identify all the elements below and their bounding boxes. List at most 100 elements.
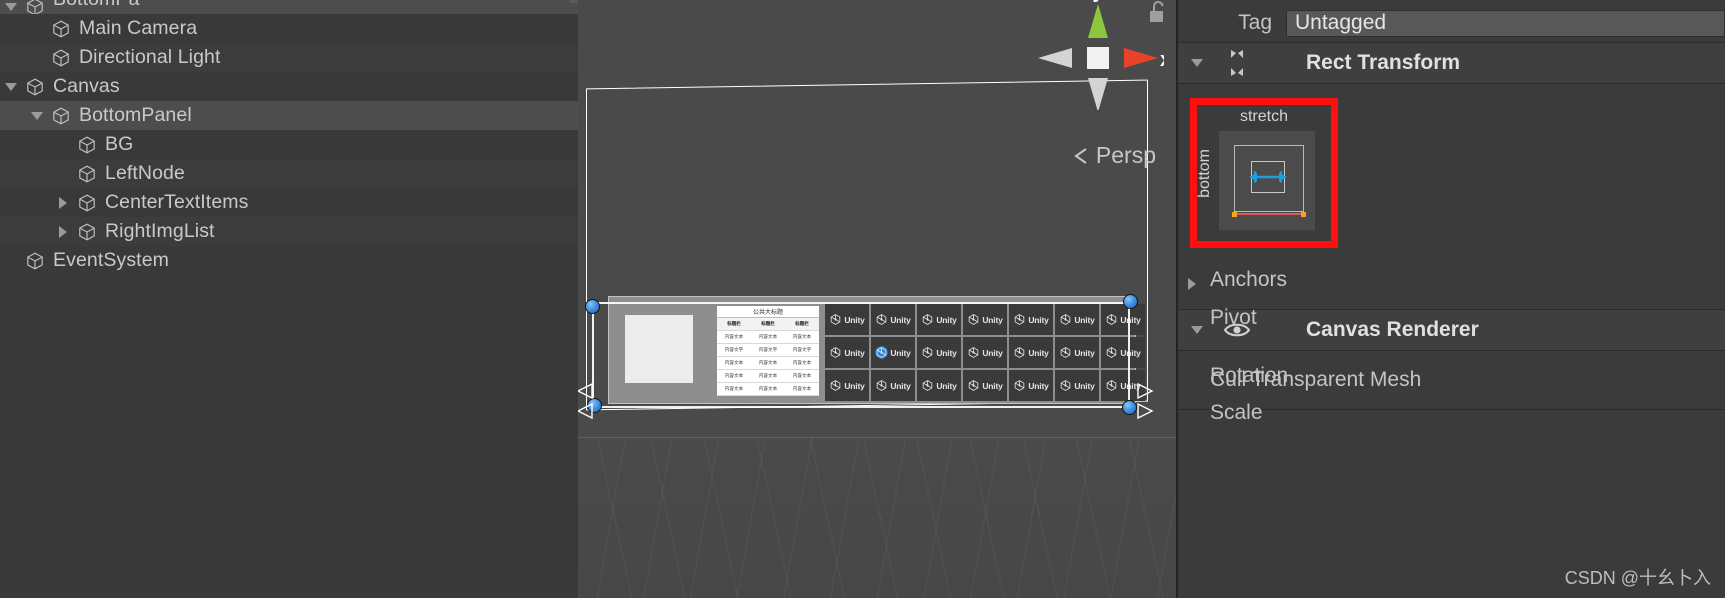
unity-tile-label: Unity (936, 380, 957, 391)
unity-image-tile: Unity (917, 337, 961, 368)
hierarchy-item-eventsystem[interactable]: EventSystem (0, 246, 578, 275)
tag-dropdown[interactable]: Untagged (1286, 9, 1725, 37)
table-title: 公共大标题 (717, 306, 819, 318)
unity-tile-label: Unity (890, 347, 911, 358)
scene-view[interactable]: 公共大标题 标题栏 标题栏 标题栏 内容文本 内容文本 内容文本 内容文字 内容文字 内容文字内… (578, 0, 1176, 598)
hierarchy-item-label: BG (105, 133, 134, 155)
rect-field-label-anchors: Anchors (1210, 268, 1288, 291)
scene-orientation-gizmo[interactable]: y x (1032, 0, 1164, 110)
unity-image-tile: Unity (825, 304, 869, 335)
anchors-expand-twisty-icon[interactable] (1188, 278, 1196, 290)
gameobject-cube-icon (74, 164, 100, 184)
hierarchy-item-label: Main Camera (79, 17, 198, 39)
inspector-panel[interactable]: Tag Untagged Rect Transform stretch bott… (1176, 0, 1725, 598)
left-node-image (625, 315, 693, 383)
hierarchy-row-label: BottomPa (48, 0, 139, 11)
table-header-row: 标题栏 标题栏 标题栏 (717, 318, 819, 331)
collapse-twisty-icon[interactable] (1178, 59, 1216, 67)
table-cell: 内容文字 (724, 347, 744, 352)
table-cell: 内容文本 (792, 360, 812, 365)
hierarchy-item-centertextitems[interactable]: CenterTextItems (0, 188, 578, 217)
unity-tile-label: Unity (1028, 380, 1049, 391)
unity-tile-label: Unity (1074, 314, 1095, 325)
hierarchy-item-directional-light[interactable]: Directional Light (0, 43, 578, 72)
resize-handle-top-left[interactable] (585, 299, 600, 314)
unity-tile-label: Unity (1120, 314, 1141, 325)
resize-handle-top-right[interactable] (1123, 294, 1138, 309)
table-cell: 内容文字 (792, 347, 812, 352)
unity-tile-label: Unity (844, 380, 865, 391)
unity-tile-label: Unity (1028, 314, 1049, 325)
gameobject-cube-icon (74, 222, 100, 242)
unity-image-tile: Unity (1055, 337, 1099, 368)
unity-image-tile: Unity (825, 337, 869, 368)
unity-image-tile: Unity (1055, 370, 1099, 401)
hierarchy-item-leftnode[interactable]: LeftNode (0, 159, 578, 188)
collapse-twisty-icon[interactable] (52, 225, 74, 238)
gameobject-cube-icon (22, 251, 48, 271)
table-cell: 内容文本 (724, 386, 744, 391)
hierarchy-item-canvas[interactable]: Canvas (0, 72, 578, 101)
unity-image-tile: Unity (1101, 304, 1145, 335)
gizmo-y-label: y (1092, 0, 1104, 3)
table-header-cell: 标题栏 (761, 321, 775, 326)
table-cell: 内容文本 (758, 334, 778, 339)
hierarchy-item-main-camera[interactable]: Main Camera (0, 14, 578, 43)
unity-tile-label: Unity (844, 314, 865, 325)
unity-image-tile: Unity (1101, 337, 1145, 368)
table-header-cell: 标题栏 (727, 321, 741, 326)
lock-open-icon[interactable] (1146, 0, 1168, 24)
inspector-top-partial-row (1178, 0, 1725, 4)
hierarchy-scrollbar[interactable] (570, 0, 578, 3)
anchor-preset-button[interactable]: stretch bottom (1190, 98, 1338, 248)
table-row: 内容文本 内容文本 内容文本 (717, 357, 819, 370)
unity-image-tile: Unity (871, 304, 915, 335)
unity-tile-label: Unity (890, 380, 911, 391)
rect-transform-icon (1216, 49, 1258, 77)
canvas-renderer-header[interactable]: Canvas Renderer (1178, 309, 1725, 351)
watermark-text: CSDN @十幺卜入 (1564, 568, 1711, 588)
gameobject-cube-icon (74, 135, 100, 155)
unity-tile-label: Unity (1028, 347, 1049, 358)
unity-editor-window: BottomPa Main Camera Directional Light Can… (0, 0, 1725, 598)
gameobject-cube-icon (48, 106, 74, 126)
rect-field-label-rotation: Rotation (1210, 364, 1289, 387)
hierarchy-row-clipped[interactable]: BottomPa (0, 0, 578, 14)
expand-twisty-icon[interactable] (0, 3, 22, 11)
rect-transform-header[interactable]: Rect Transform (1178, 42, 1725, 84)
unity-tile-label: Unity (982, 314, 1003, 325)
hierarchy-list[interactable]: Main Camera Directional Light Canvas Bottom… (0, 14, 578, 275)
unity-image-tile: Unity (1009, 304, 1053, 335)
table-cell: 内容文本 (758, 360, 778, 365)
unity-image-tile: Unity (963, 337, 1007, 368)
unity-tile-label: Unity (1120, 347, 1141, 358)
gameobject-cube-icon (48, 19, 74, 39)
hierarchy-item-rightimglist[interactable]: RightImgList (0, 217, 578, 246)
hierarchy-item-bg[interactable]: BG (0, 130, 578, 159)
expand-twisty-icon[interactable] (0, 82, 22, 91)
table-cell: 内容文字 (758, 347, 778, 352)
selection-edge-right (1128, 303, 1130, 408)
unity-tile-label: Unity (1074, 380, 1095, 391)
resize-handle-bottom-right[interactable] (1122, 400, 1137, 415)
unity-image-tile: Unity (1055, 304, 1099, 335)
unity-tile-label: Unity (982, 347, 1003, 358)
table-cell: 内容文本 (724, 360, 744, 365)
expand-twisty-icon[interactable] (26, 111, 48, 120)
unity-tile-label: Unity (890, 314, 911, 325)
hierarchy-item-bottompanel[interactable]: BottomPanel (0, 101, 578, 130)
selection-edge-bottom (592, 406, 1130, 408)
table-row: 内容文字 内容文字 内容文字 (717, 344, 819, 357)
table-row: 内容文本 内容文本 内容文本 (717, 370, 819, 383)
rect-transform-body: stretch bottom Anchors Pivot Rotation Sc… (1178, 84, 1725, 424)
tag-label: Tag (1238, 11, 1272, 34)
collapse-twisty-icon[interactable] (52, 196, 74, 209)
gameobject-cube-icon (22, 0, 48, 14)
hierarchy-panel[interactable]: BottomPa Main Camera Directional Light Can… (0, 0, 578, 598)
projection-mode-label[interactable]: Persp (1070, 142, 1156, 169)
unity-tile-label: Unity (1074, 347, 1095, 358)
stretch-arrow-icon (1249, 171, 1287, 183)
hierarchy-item-label: Directional Light (79, 46, 221, 68)
table-cell: 内容文本 (724, 373, 744, 378)
anchor-preset-horizontal-label: stretch (1239, 108, 1288, 125)
